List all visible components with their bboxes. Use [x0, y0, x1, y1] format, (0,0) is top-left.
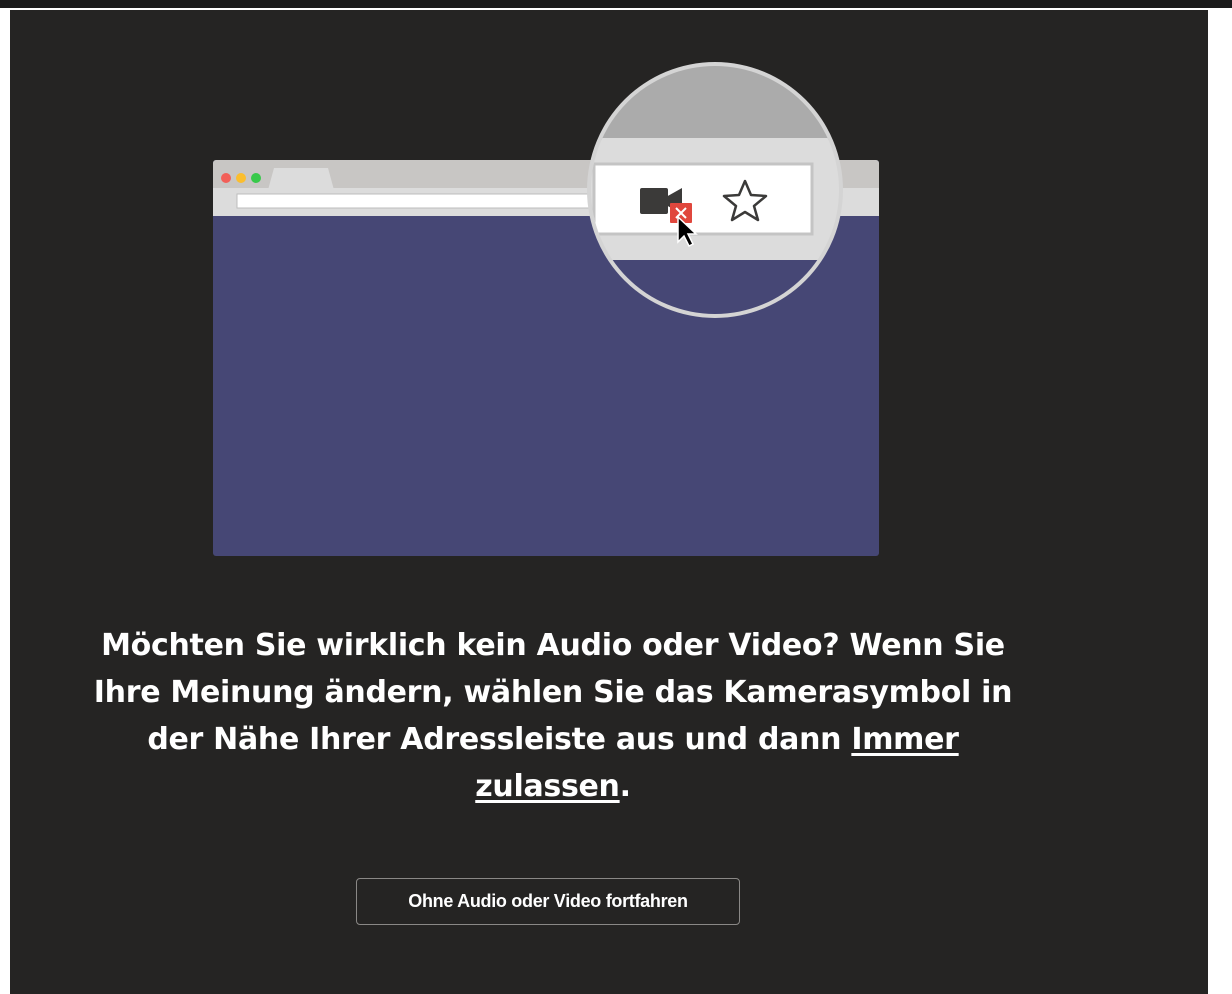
browser-illustration — [213, 62, 879, 556]
window-close-dot — [221, 173, 231, 183]
window-minimize-dot — [236, 173, 246, 183]
window-maximize-dot — [251, 173, 261, 183]
permission-dialog: Möchten Sie wirklich kein Audio oder Vid… — [10, 10, 1208, 994]
browser-tab — [268, 168, 334, 190]
top-bar — [0, 0, 1232, 10]
instruction-message: Möchten Sie wirklich kein Audio oder Vid… — [68, 622, 1038, 810]
instruction-suffix: . — [619, 769, 631, 804]
continue-without-av-button[interactable]: Ohne Audio oder Video fortfahren — [356, 878, 740, 925]
